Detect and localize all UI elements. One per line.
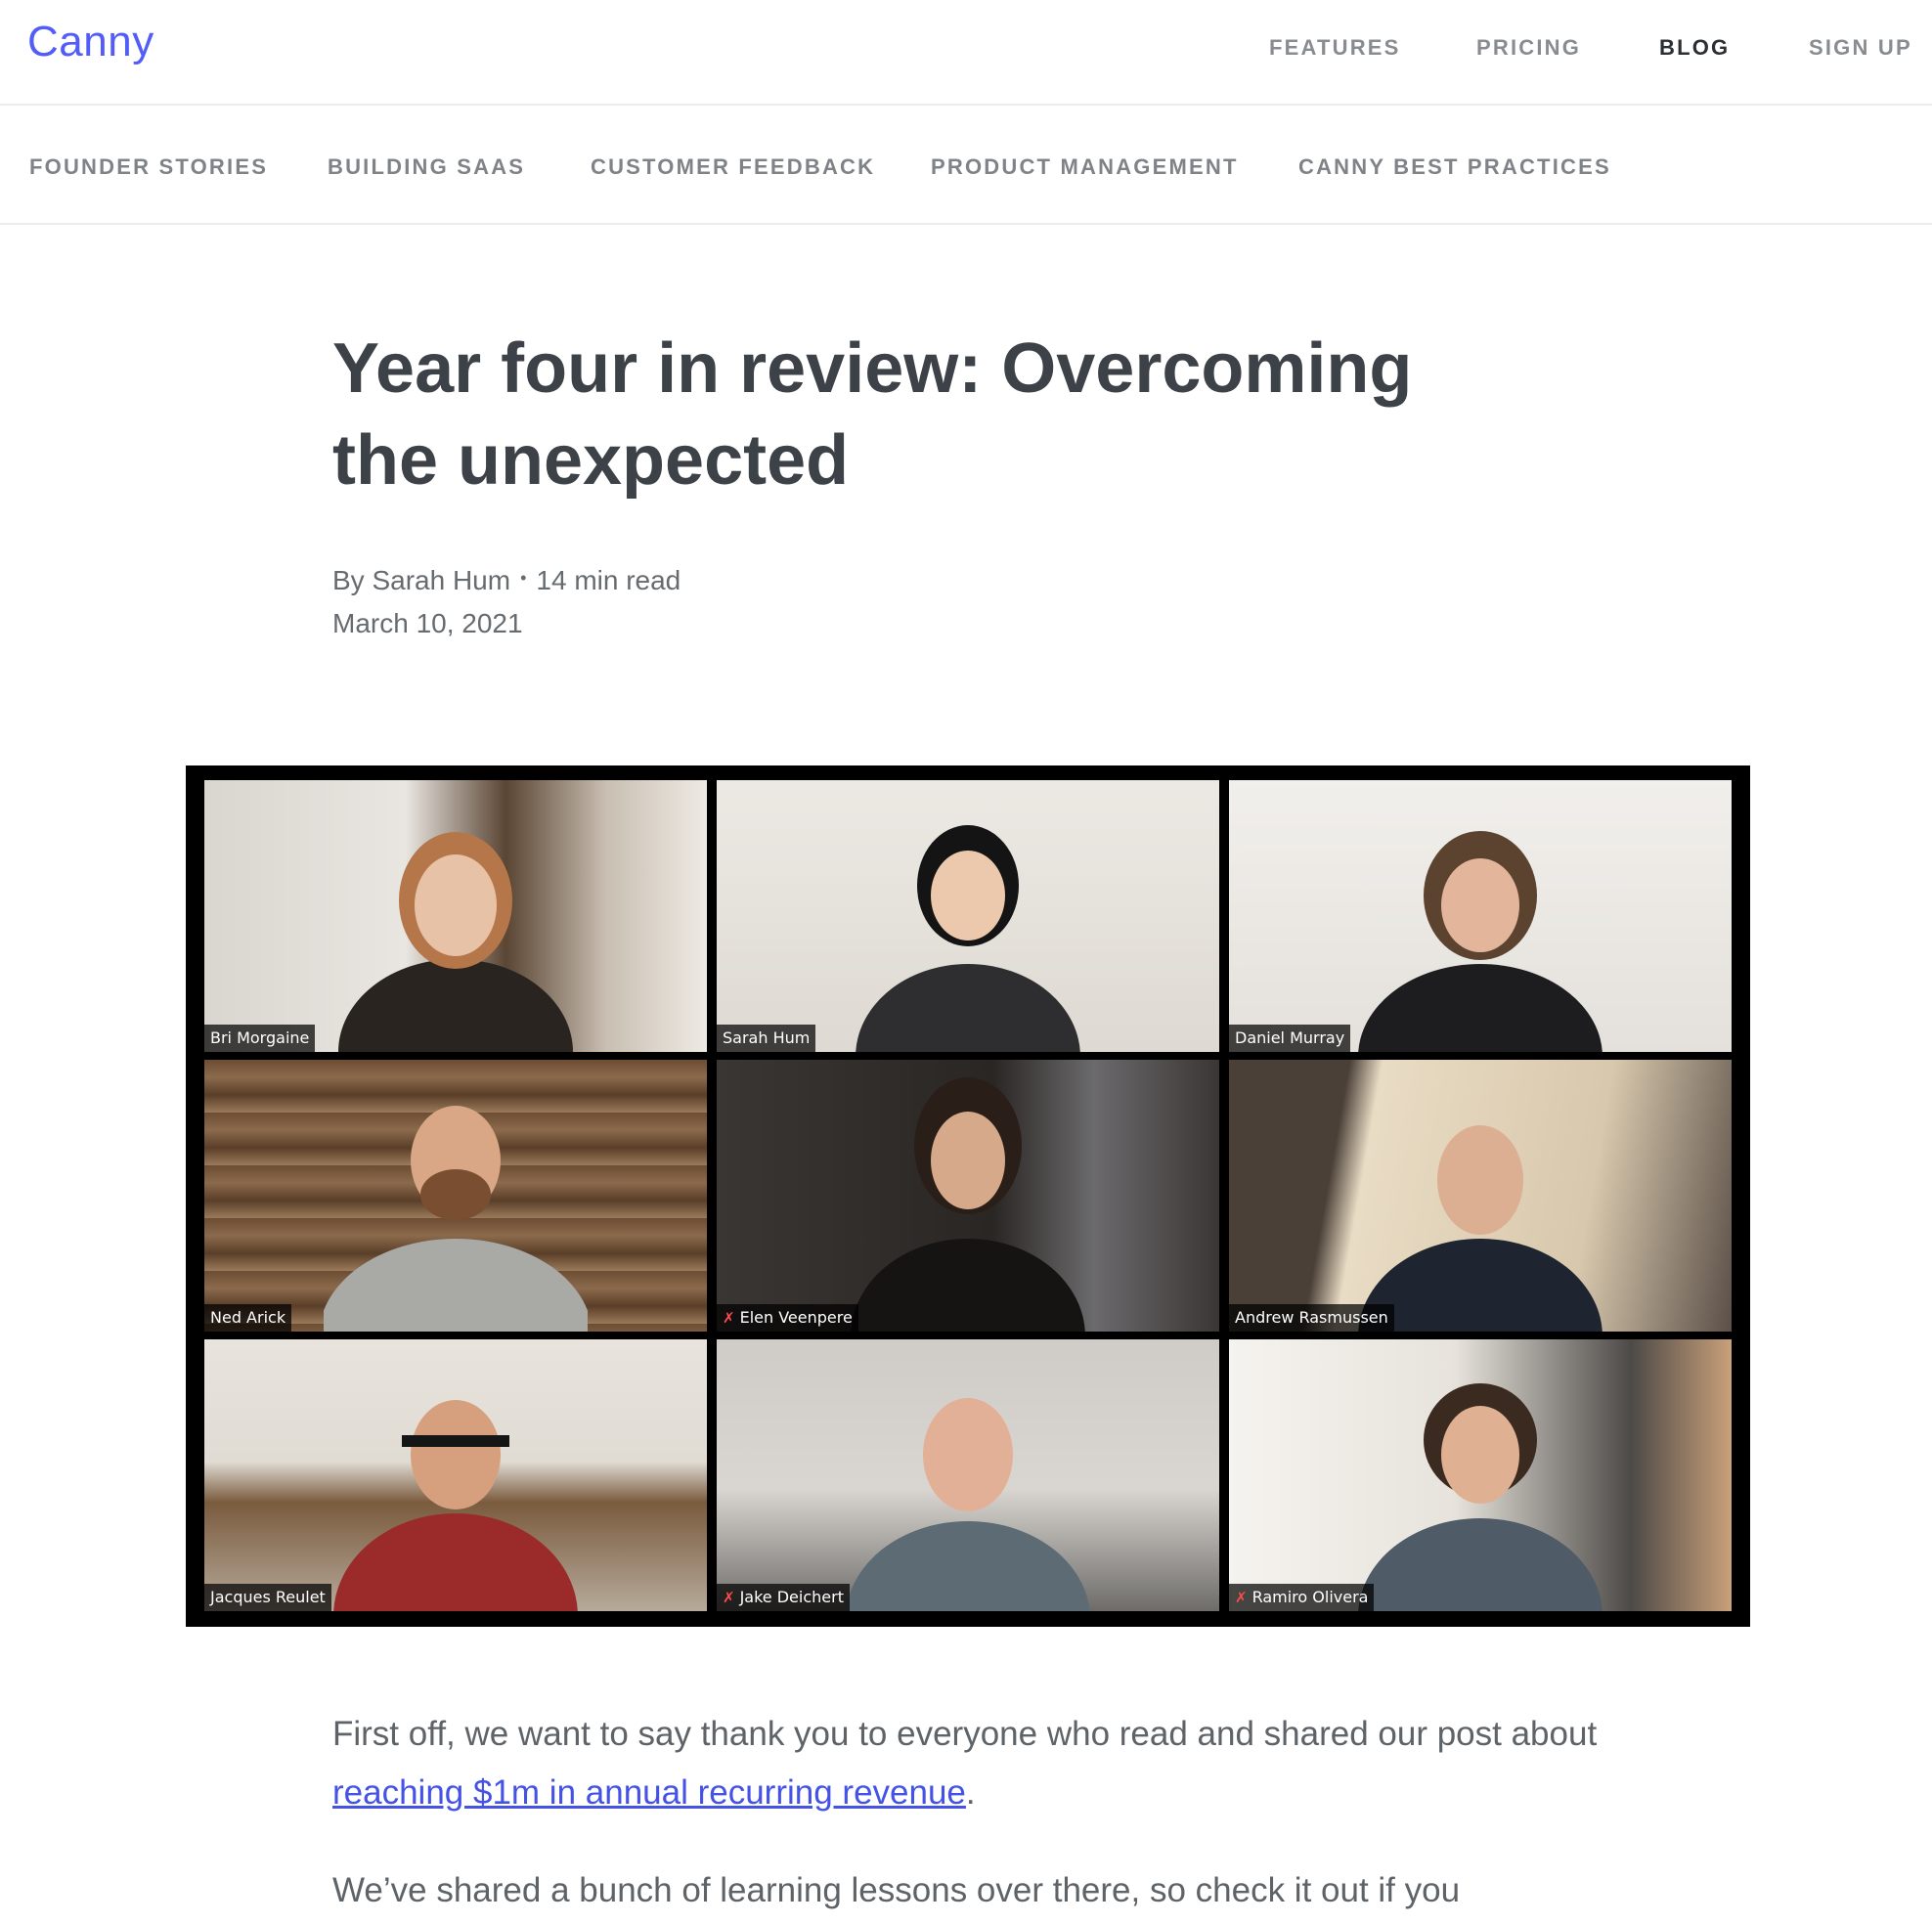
video-tile: Bri Morgaine bbox=[204, 780, 707, 1052]
person-silhouette-icon bbox=[856, 825, 1080, 1052]
article-read-time: 14 min read bbox=[536, 565, 681, 595]
participant-name-tag: Andrew Rasmussen bbox=[1229, 1304, 1394, 1332]
category-founder-stories[interactable]: FOUNDER STORIES bbox=[29, 154, 268, 180]
article-author[interactable]: By Sarah Hum bbox=[332, 565, 510, 595]
nav-sign-up[interactable]: SIGN UP bbox=[1809, 35, 1912, 61]
video-tile: Ned Arick bbox=[204, 1060, 707, 1332]
participant-name: Elen Veenpere bbox=[739, 1308, 853, 1327]
participant-name-tag: Sarah Hum bbox=[717, 1025, 816, 1052]
hero-image-team-video-call: Bri Morgaine Sarah Hum Daniel Murray Ned… bbox=[186, 765, 1750, 1627]
category-canny-best-practices[interactable]: CANNY BEST PRACTICES bbox=[1298, 154, 1611, 180]
video-tile: Andrew Rasmussen bbox=[1229, 1060, 1732, 1332]
body-paragraph: First off, we want to say thank you to e… bbox=[332, 1705, 1603, 1822]
person-silhouette-icon bbox=[1358, 1125, 1603, 1332]
article-title: Year four in review: Overcoming the unex… bbox=[332, 329, 1413, 500]
video-tile: ✗ Elen Veenpere bbox=[717, 1060, 1219, 1332]
person-silhouette-icon bbox=[846, 1398, 1090, 1611]
participant-name: Ned Arick bbox=[210, 1308, 286, 1327]
participant-name-tag: ✗ Elen Veenpere bbox=[717, 1304, 858, 1332]
microphone-muted-icon: ✗ bbox=[1235, 1589, 1248, 1606]
meta-separator: • bbox=[520, 568, 527, 588]
body-paragraph: We’ve shared a bunch of learning lessons… bbox=[332, 1871, 1461, 1909]
person-silhouette-icon bbox=[324, 1106, 588, 1332]
participant-name: Sarah Hum bbox=[723, 1028, 811, 1047]
nav-pricing[interactable]: PRICING bbox=[1476, 35, 1581, 61]
participant-name-tag: Bri Morgaine bbox=[204, 1025, 316, 1052]
participant-name-tag: ✗ Jake Deichert bbox=[717, 1584, 850, 1611]
blog-category-bar: FOUNDER STORIES BUILDING SAAS CUSTOMER F… bbox=[0, 106, 1932, 225]
microphone-muted-icon: ✗ bbox=[723, 1309, 735, 1327]
article-date: March 10, 2021 bbox=[332, 608, 523, 638]
video-tile: ✗ Jake Deichert bbox=[717, 1339, 1219, 1611]
video-tile: ✗ Ramiro Olivera bbox=[1229, 1339, 1732, 1611]
participant-name-tag: ✗ Ramiro Olivera bbox=[1229, 1584, 1375, 1611]
video-tile: Daniel Murray bbox=[1229, 780, 1732, 1052]
top-navigation: Canny FEATURES PRICING BLOG SIGN UP bbox=[0, 0, 1932, 106]
category-product-management[interactable]: PRODUCT MANAGEMENT bbox=[931, 154, 1239, 180]
video-tile: Sarah Hum bbox=[717, 780, 1219, 1052]
article-byline: By Sarah Hum • 14 min read bbox=[332, 565, 681, 596]
participant-name-tag: Jacques Reulet bbox=[204, 1584, 331, 1611]
participant-name-tag: Ned Arick bbox=[204, 1304, 292, 1332]
participant-name-tag: Daniel Murray bbox=[1229, 1025, 1351, 1052]
person-silhouette-icon bbox=[338, 832, 573, 1052]
participant-name: Jacques Reulet bbox=[210, 1588, 326, 1606]
paragraph-text: First off, we want to say thank you to e… bbox=[332, 1715, 1598, 1753]
participant-name: Bri Morgaine bbox=[210, 1028, 310, 1047]
category-building-saas[interactable]: BUILDING SAAS bbox=[328, 154, 525, 180]
arr-post-link[interactable]: reaching $1m in annual recurring revenue bbox=[332, 1773, 966, 1812]
person-silhouette-icon bbox=[1358, 1383, 1603, 1611]
microphone-muted-icon: ✗ bbox=[723, 1589, 735, 1606]
canny-logo[interactable]: Canny bbox=[27, 18, 154, 66]
category-customer-feedback[interactable]: CUSTOMER FEEDBACK bbox=[591, 154, 875, 180]
participant-name: Daniel Murray bbox=[1235, 1028, 1345, 1047]
participant-name: Jake Deichert bbox=[739, 1588, 844, 1606]
participant-name: Ramiro Olivera bbox=[1251, 1588, 1369, 1606]
video-tile: Jacques Reulet bbox=[204, 1339, 707, 1611]
paragraph-text: . bbox=[965, 1773, 976, 1812]
participant-name: Andrew Rasmussen bbox=[1235, 1308, 1388, 1327]
nav-features[interactable]: FEATURES bbox=[1269, 35, 1401, 61]
person-silhouette-icon bbox=[1358, 831, 1603, 1052]
person-silhouette-icon bbox=[851, 1077, 1085, 1332]
person-silhouette-icon bbox=[333, 1400, 578, 1611]
nav-blog[interactable]: BLOG bbox=[1659, 35, 1730, 61]
